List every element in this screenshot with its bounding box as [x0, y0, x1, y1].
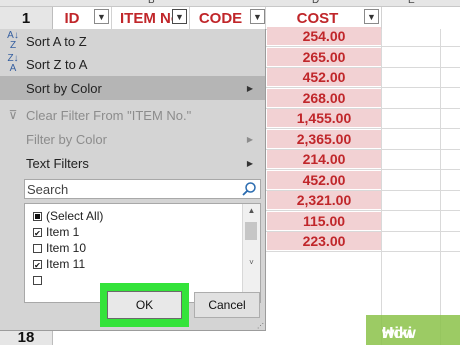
checklist-scrollbar[interactable]: ▲ ˅	[242, 204, 260, 302]
checkbox-partial[interactable]	[33, 211, 42, 221]
menu-label: Sort by Color	[26, 80, 102, 96]
filter-dropdown-id[interactable]: ▼	[94, 9, 109, 24]
menu-label: Sort A to Z	[26, 33, 87, 49]
sort-descending-icon: Z↓ A	[7, 53, 19, 74]
checkbox-checked[interactable]: ✔	[33, 227, 42, 238]
row-header-18[interactable]: 18	[0, 329, 53, 346]
search-input[interactable]	[27, 181, 232, 197]
checklist-item[interactable]: ✔ Item 1	[33, 224, 79, 240]
ok-button[interactable]: OK	[107, 291, 182, 319]
cost-cell[interactable]: 115.00	[267, 211, 381, 230]
column-header-strip: B D E	[0, 0, 460, 7]
search-icon[interactable]	[241, 181, 257, 197]
cost-cell[interactable]: 214.00	[267, 150, 381, 168]
menu-text-filters[interactable]: Text Filters ▶	[0, 151, 265, 175]
row-header-1[interactable]: 1	[0, 7, 53, 29]
cost-cell[interactable]: 452.00	[267, 68, 381, 86]
menu-label: Sort Z to A	[26, 56, 88, 72]
cost-cell[interactable]: 2,321.00	[267, 191, 381, 209]
chevron-down-icon: ▼	[175, 11, 184, 22]
cost-cell[interactable]: 254.00	[267, 27, 381, 45]
filter-dropdown-item-no[interactable]: ▼	[172, 9, 187, 24]
chevron-down-icon: ▼	[367, 11, 376, 22]
grid-line	[381, 29, 382, 345]
column-letter-e[interactable]: E	[408, 0, 415, 6]
header-label-cost: COST	[296, 9, 339, 27]
scroll-up-icon[interactable]: ▲	[243, 204, 260, 218]
sort-ascending-icon: A↓ Z	[7, 30, 19, 51]
chevron-right-icon: ▶	[246, 134, 253, 144]
cancel-button[interactable]: Cancel	[194, 292, 260, 318]
resize-grip-icon[interactable]: ⋰	[257, 322, 264, 330]
clear-filter-icon: ⊽	[8, 108, 18, 122]
cost-cell[interactable]: 1,455.00	[267, 109, 381, 127]
row-number: 18	[17, 329, 35, 346]
header-label-item-no: ITEM No	[120, 9, 180, 27]
cost-cell[interactable]: 223.00	[267, 232, 381, 250]
chevron-down-icon: ▼	[253, 11, 262, 22]
chevron-right-icon: ▶	[246, 83, 253, 93]
scroll-down-icon[interactable]: ˅	[243, 256, 260, 270]
header-label-code: CODE	[198, 9, 243, 27]
cost-cell[interactable]: 265.00	[267, 47, 381, 66]
checklist-label: Item 11	[46, 257, 86, 271]
checklist-item-select-all[interactable]: (Select All)	[33, 208, 103, 224]
scroll-thumb[interactable]	[245, 222, 257, 240]
filter-dropdown-code[interactable]: ▼	[250, 9, 265, 24]
checkbox-checked[interactable]	[33, 275, 42, 285]
menu-label: Clear Filter From "ITEM No."	[26, 107, 192, 123]
checklist-item[interactable]	[33, 272, 46, 288]
filter-dropdown-panel: A↓ Z Sort A to Z Z↓ A Sort Z to A Sort by …	[0, 29, 266, 331]
column-letter-b[interactable]: B	[148, 0, 155, 6]
cost-cell[interactable]: 452.00	[267, 170, 381, 189]
checkbox-unchecked[interactable]	[33, 243, 42, 253]
search-field[interactable]	[24, 179, 261, 199]
menu-sort-z-to-a[interactable]: Z↓ A Sort Z to A	[0, 52, 265, 76]
chevron-right-icon: ▶	[246, 158, 253, 168]
menu-sort-by-color[interactable]: Sort by Color ▶	[0, 76, 265, 100]
column-letter-d[interactable]: D	[312, 0, 319, 6]
grid-line	[440, 29, 441, 345]
grid-line	[265, 251, 460, 252]
menu-sort-a-to-z[interactable]: A↓ Z Sort A to Z	[0, 29, 265, 53]
menu-label: Filter by Color	[26, 131, 107, 147]
header-label-id: ID	[64, 9, 80, 27]
checklist-label: (Select All)	[46, 209, 104, 223]
checklist-label: Item 10	[46, 241, 87, 255]
menu-filter-by-color: Filter by Color ▶	[0, 127, 265, 151]
chevron-down-icon: ▼	[97, 11, 106, 22]
checklist-label: Item 1	[46, 225, 80, 239]
menu-clear-filter: ⊽ Clear Filter From "ITEM No."	[0, 103, 265, 127]
menu-label: Text Filters	[26, 155, 89, 171]
checklist-item[interactable]: Item 10	[33, 240, 86, 256]
row-number: 1	[21, 10, 31, 27]
cost-cell[interactable]: 268.00	[267, 88, 381, 107]
filter-dropdown-cost[interactable]: ▼	[364, 9, 379, 24]
cost-cell[interactable]: 2,365.00	[267, 129, 381, 148]
checklist-item[interactable]: ✔ Item 11	[33, 256, 85, 272]
watermark-logo: wiki How	[366, 315, 460, 345]
checkbox-checked[interactable]: ✔	[33, 259, 42, 270]
